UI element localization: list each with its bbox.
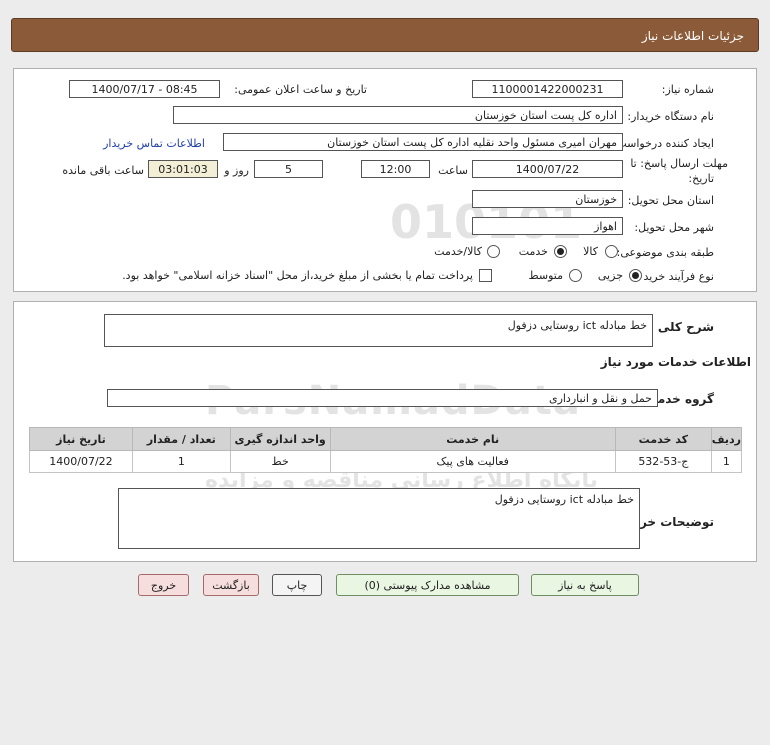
days-remaining-field: 5 [254, 160, 323, 178]
page-title: جزئیات اطلاعات نیاز [641, 29, 744, 43]
deadline-label-line2: تاریخ: [688, 172, 714, 185]
category-radio-service[interactable] [554, 245, 567, 258]
category-radio-goods[interactable] [605, 245, 618, 258]
col-need-date: تاریخ نیاز [29, 427, 133, 451]
table-header-row: ردیف کد خدمت نام خدمت واحد اندازه گیری ت… [29, 427, 743, 451]
creator-field: مهران امیری مسئول واحد نقلیه اداره کل پس… [223, 133, 623, 151]
process-label: نوع فرآیند خرید : [636, 270, 714, 283]
attachments-button[interactable]: مشاهده مدارک پیوستی (0) [336, 574, 519, 596]
need-number-label: شماره نیاز: [661, 83, 714, 96]
process-radio-minor[interactable] [629, 269, 642, 282]
deadline-label-line1: مهلت ارسال پاسخ: تا [630, 157, 728, 170]
deadline-time-field: 12:00 [361, 160, 430, 178]
buyer-contact-link[interactable]: اطلاعات تماس خریدار [103, 137, 205, 150]
process-option-minor: جزیی [597, 269, 623, 282]
province-label: استان محل تحویل: [627, 194, 714, 207]
days-label: روز و [224, 164, 249, 177]
city-field: اهواز [472, 217, 623, 235]
cell-unit: خط [229, 450, 331, 473]
category-option-service: خدمت [518, 245, 548, 258]
announce-field: 1400/07/17 - 08:45 [69, 80, 220, 98]
deadline-time-label: ساعت [438, 164, 468, 177]
category-radio-goods-service[interactable] [487, 245, 500, 258]
announce-label: تاریخ و ساعت اعلان عمومی: [234, 83, 367, 96]
remaining-time-field: 03:01:03 [148, 160, 218, 178]
print-button[interactable]: چاپ [272, 574, 322, 596]
col-row-number: ردیف [710, 427, 743, 451]
buyer-org-label: نام دستگاه خریدار: [627, 110, 714, 123]
service-group-field: حمل و نقل و انبارداری [107, 389, 658, 407]
col-service-code: کد خدمت [614, 427, 712, 451]
process-radio-medium[interactable] [569, 269, 582, 282]
services-title: اطلاعات خدمات مورد نیاز [600, 355, 751, 369]
col-quantity: تعداد / مقدار [131, 427, 231, 451]
back-button[interactable]: بازگشت [203, 574, 259, 596]
col-service-name: نام خدمت [329, 427, 616, 451]
cell-quantity: 1 [131, 450, 231, 473]
category-label: طبقه بندی موضوعی: [616, 246, 714, 259]
reply-button[interactable]: پاسخ به نیاز [531, 574, 639, 596]
services-table: ردیف کد خدمت نام خدمت واحد اندازه گیری ت… [29, 427, 743, 473]
general-desc-field: خط مبادله ict روستایی دزفول [104, 314, 653, 347]
exit-button[interactable]: خروج [138, 574, 189, 596]
page-header: جزئیات اطلاعات نیاز [11, 18, 759, 52]
col-unit: واحد اندازه گیری [229, 427, 331, 451]
cell-need-date: 1400/07/22 [29, 450, 133, 473]
creator-label: ایجاد کننده درخواست: [612, 137, 714, 150]
cell-row-number: 1 [710, 450, 743, 473]
treasury-payment-checkbox[interactable] [479, 269, 492, 282]
remaining-time-label: ساعت باقی مانده [62, 164, 144, 177]
need-number-field: 1100001422000231 [472, 80, 623, 98]
category-option-goods: کالا [583, 245, 598, 258]
buyer-notes-field: خط مبادله ict روستایی دزفول [118, 488, 640, 549]
deadline-date-field: 1400/07/22 [472, 160, 623, 178]
city-label: شهر محل تحویل: [634, 221, 714, 234]
treasury-payment-text: پرداخت تمام یا بخشی از مبلغ خرید،از محل … [122, 269, 473, 282]
province-field: خوزستان [472, 190, 623, 208]
cell-service-code: ج-53-532 [614, 450, 712, 473]
buyer-org-field: اداره کل پست استان خوزستان [173, 106, 623, 124]
category-option-goods-service: کالا/خدمت [434, 245, 482, 258]
process-option-medium: متوسط [528, 269, 563, 282]
cell-service-name: فعالیت های پیک [329, 450, 616, 473]
table-row: 1 ج-53-532 فعالیت های پیک خط 1 1400/07/2… [29, 450, 743, 473]
